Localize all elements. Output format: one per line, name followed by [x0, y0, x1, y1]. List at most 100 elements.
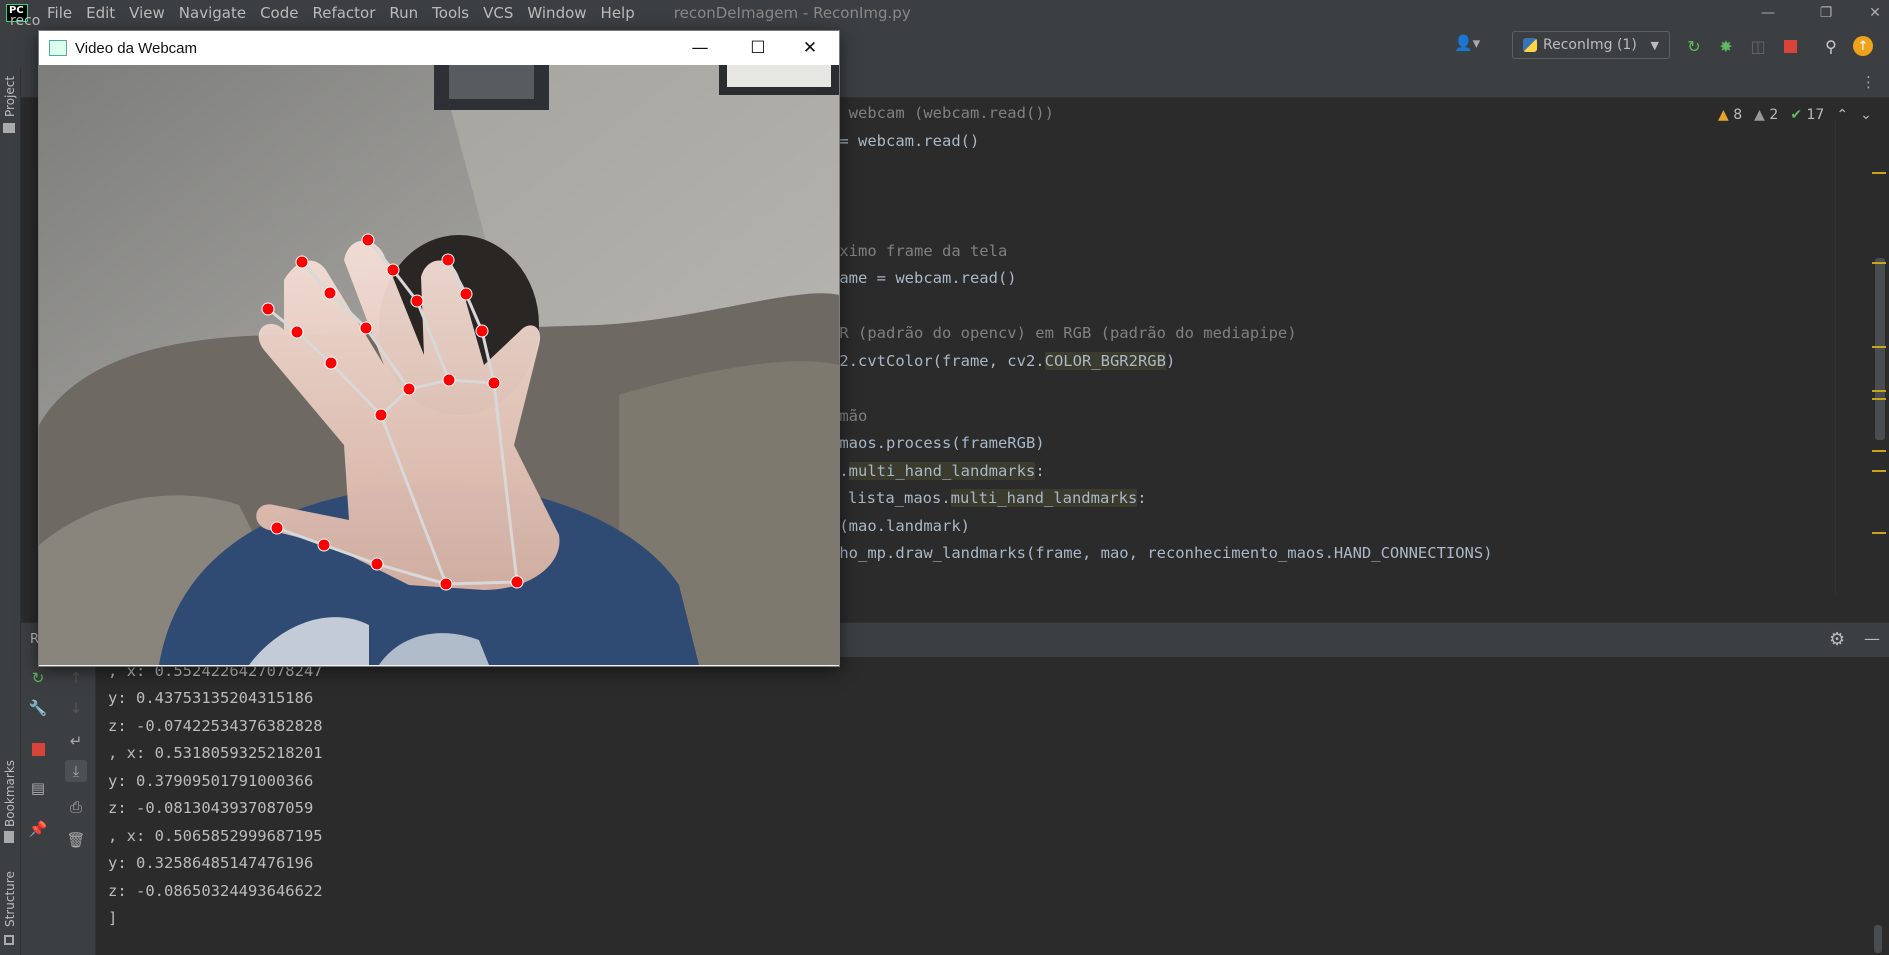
console-line: y: 0.37909501791000366: [108, 772, 314, 790]
warning-count-b: ▲ 2: [1754, 107, 1779, 123]
stop-run-icon[interactable]: [27, 738, 49, 760]
console-scrollbar[interactable]: [1874, 925, 1882, 953]
code-line: s.multi_hand_landmarks:: [830, 462, 1045, 480]
landmark-index-dip: [290, 325, 304, 339]
scroll-down-icon[interactable]: ↓: [65, 697, 87, 719]
console-line: , x: 0.5318059325218201: [108, 744, 323, 762]
more-options-icon[interactable]: ⋮: [1861, 73, 1876, 91]
warning-stripe[interactable]: [1872, 470, 1886, 472]
run-configuration-dropdown[interactable]: ReconImg (1) ▼: [1512, 31, 1670, 59]
webcam-minimize-button[interactable]: —: [671, 31, 729, 65]
code-line: in lista_maos.multi_hand_landmarks:: [820, 489, 1147, 507]
code-line: óximo frame da tela: [830, 242, 1008, 260]
console-line: , x: 0.5065852999687195: [108, 827, 323, 845]
run-toolbar: ↻ ↑ 🔧 ↓ ↵ ⤓ ▤ ⎙ 📌 🗑: [21, 657, 96, 955]
code-line: a webcam (webcam.read()): [830, 104, 1054, 122]
warning-stripe[interactable]: [1872, 346, 1886, 348]
landmark-wrist: [510, 575, 524, 589]
editor-scrollbar[interactable]: [1875, 258, 1885, 440]
warning-stripe[interactable]: [1872, 172, 1886, 174]
ide-minimize-button[interactable]: —: [1745, 0, 1791, 25]
menu-code[interactable]: Code: [253, 4, 305, 22]
warning-stripe[interactable]: [1872, 390, 1886, 392]
warning-stripe[interactable]: [1872, 398, 1886, 400]
webcam-window[interactable]: Video da Webcam — ☐ ✕: [38, 30, 840, 667]
menu-vcs[interactable]: VCS: [476, 4, 520, 22]
warning-stripe[interactable]: [1872, 450, 1886, 452]
menu-help[interactable]: Help: [594, 4, 642, 22]
landmark-pinky-tip: [441, 253, 455, 267]
menu-window[interactable]: Window: [520, 4, 593, 22]
next-highlight-icon[interactable]: ⌄: [1860, 107, 1872, 123]
rerun-icon[interactable]: ↻: [27, 667, 49, 689]
structure-tool-tab[interactable]: Structure: [3, 871, 17, 927]
structure-icon: [4, 935, 14, 945]
webcam-close-button[interactable]: ✕: [781, 31, 839, 65]
trash-icon[interactable]: 🗑: [65, 829, 87, 851]
layout-icon[interactable]: ▤: [27, 777, 49, 799]
update-icon[interactable]: ↑: [1852, 35, 1874, 57]
console-line: z: -0.07422534376382828: [108, 717, 323, 735]
left-tool-strip: Project Bookmarks Structure: [0, 67, 21, 955]
webcam-maximize-button[interactable]: ☐: [729, 31, 787, 65]
menu-refactor[interactable]: Refactor: [305, 4, 382, 22]
scroll-to-end-icon[interactable]: ⤓: [65, 760, 87, 782]
python-file-icon: [1523, 38, 1537, 52]
coverage-icon[interactable]: ◫: [1747, 35, 1769, 57]
console-line: ]: [108, 909, 118, 927]
code-line: = webcam.read(): [830, 132, 980, 150]
print-icon[interactable]: ⎙: [65, 796, 87, 818]
menu-tools[interactable]: Tools: [425, 4, 476, 22]
ok-count: ✔ 17: [1790, 107, 1825, 123]
landmark-index-tip: [261, 302, 275, 316]
ide-restore-button[interactable]: ❐: [1803, 0, 1849, 25]
bookmark-icon: [4, 831, 14, 843]
rerun-icon[interactable]: ↻: [1683, 35, 1705, 57]
settings-gear-icon[interactable]: ⚙: [1829, 629, 1845, 650]
project-breadcrumb[interactable]: reco: [10, 13, 40, 29]
chevron-down-icon: ▼: [1650, 38, 1659, 52]
webcam-frame: [39, 65, 839, 665]
menu-run[interactable]: Run: [382, 4, 425, 22]
webcam-titlebar[interactable]: Video da Webcam — ☐ ✕: [39, 31, 839, 65]
check-icon: ✔: [1790, 107, 1803, 123]
folder-icon: [3, 123, 15, 133]
warning-icon: ▲: [1718, 107, 1729, 123]
console-line: y: 0.43753135204315186: [108, 689, 314, 707]
menu-navigate[interactable]: Navigate: [172, 4, 253, 22]
console-line: z: -0.08650324493646622: [108, 882, 323, 900]
menu-edit[interactable]: Edit: [79, 4, 122, 22]
ide-close-button[interactable]: ✕: [1861, 0, 1889, 25]
warning-stripe[interactable]: [1872, 262, 1886, 264]
landmark-thumb-ip: [317, 538, 331, 552]
code-line: maos.process(frameRGB): [830, 434, 1045, 452]
soft-wrap-icon[interactable]: ↵: [65, 730, 87, 752]
wall-picture-2: [727, 65, 831, 87]
landmark-pinky-pip: [475, 324, 489, 338]
bookmarks-tool-tab[interactable]: Bookmarks: [3, 760, 17, 827]
user-account-icon[interactable]: 👤▾: [1454, 34, 1488, 56]
landmark-thumb-mcp: [370, 557, 384, 571]
landmark-middle-dip: [323, 286, 337, 300]
pin-icon[interactable]: 📌: [27, 818, 49, 840]
code-line: GR (padrão do opencv) em RGB (padrão do …: [830, 324, 1297, 342]
menu-view[interactable]: View: [122, 4, 172, 22]
weak-warning-icon: ▲: [1754, 107, 1765, 123]
run-console[interactable]: [96, 657, 1889, 955]
search-icon[interactable]: ⚲: [1820, 35, 1842, 57]
scroll-up-icon[interactable]: ↑: [65, 667, 87, 689]
warning-count-a: ▲ 8: [1718, 107, 1743, 123]
stop-icon[interactable]: [1779, 35, 1801, 57]
wrench-icon[interactable]: 🔧: [27, 697, 49, 719]
landmark-middle-tip: [295, 255, 309, 269]
editor-gutter-divider: [1835, 120, 1858, 594]
landmark-index-pip: [324, 356, 338, 370]
menu-bar: PC File Edit View Navigate Code Refactor…: [0, 0, 1889, 25]
debug-bug-icon[interactable]: ✸: [1715, 35, 1737, 57]
hide-panel-icon[interactable]: —: [1864, 629, 1880, 648]
menu-file[interactable]: File: [40, 4, 79, 22]
console-line: z: -0.0813043937087059: [108, 799, 314, 817]
warning-stripe[interactable]: [1872, 532, 1886, 534]
project-tool-tab[interactable]: Project: [3, 76, 17, 117]
webcam-window-title: Video da Webcam: [75, 39, 198, 57]
